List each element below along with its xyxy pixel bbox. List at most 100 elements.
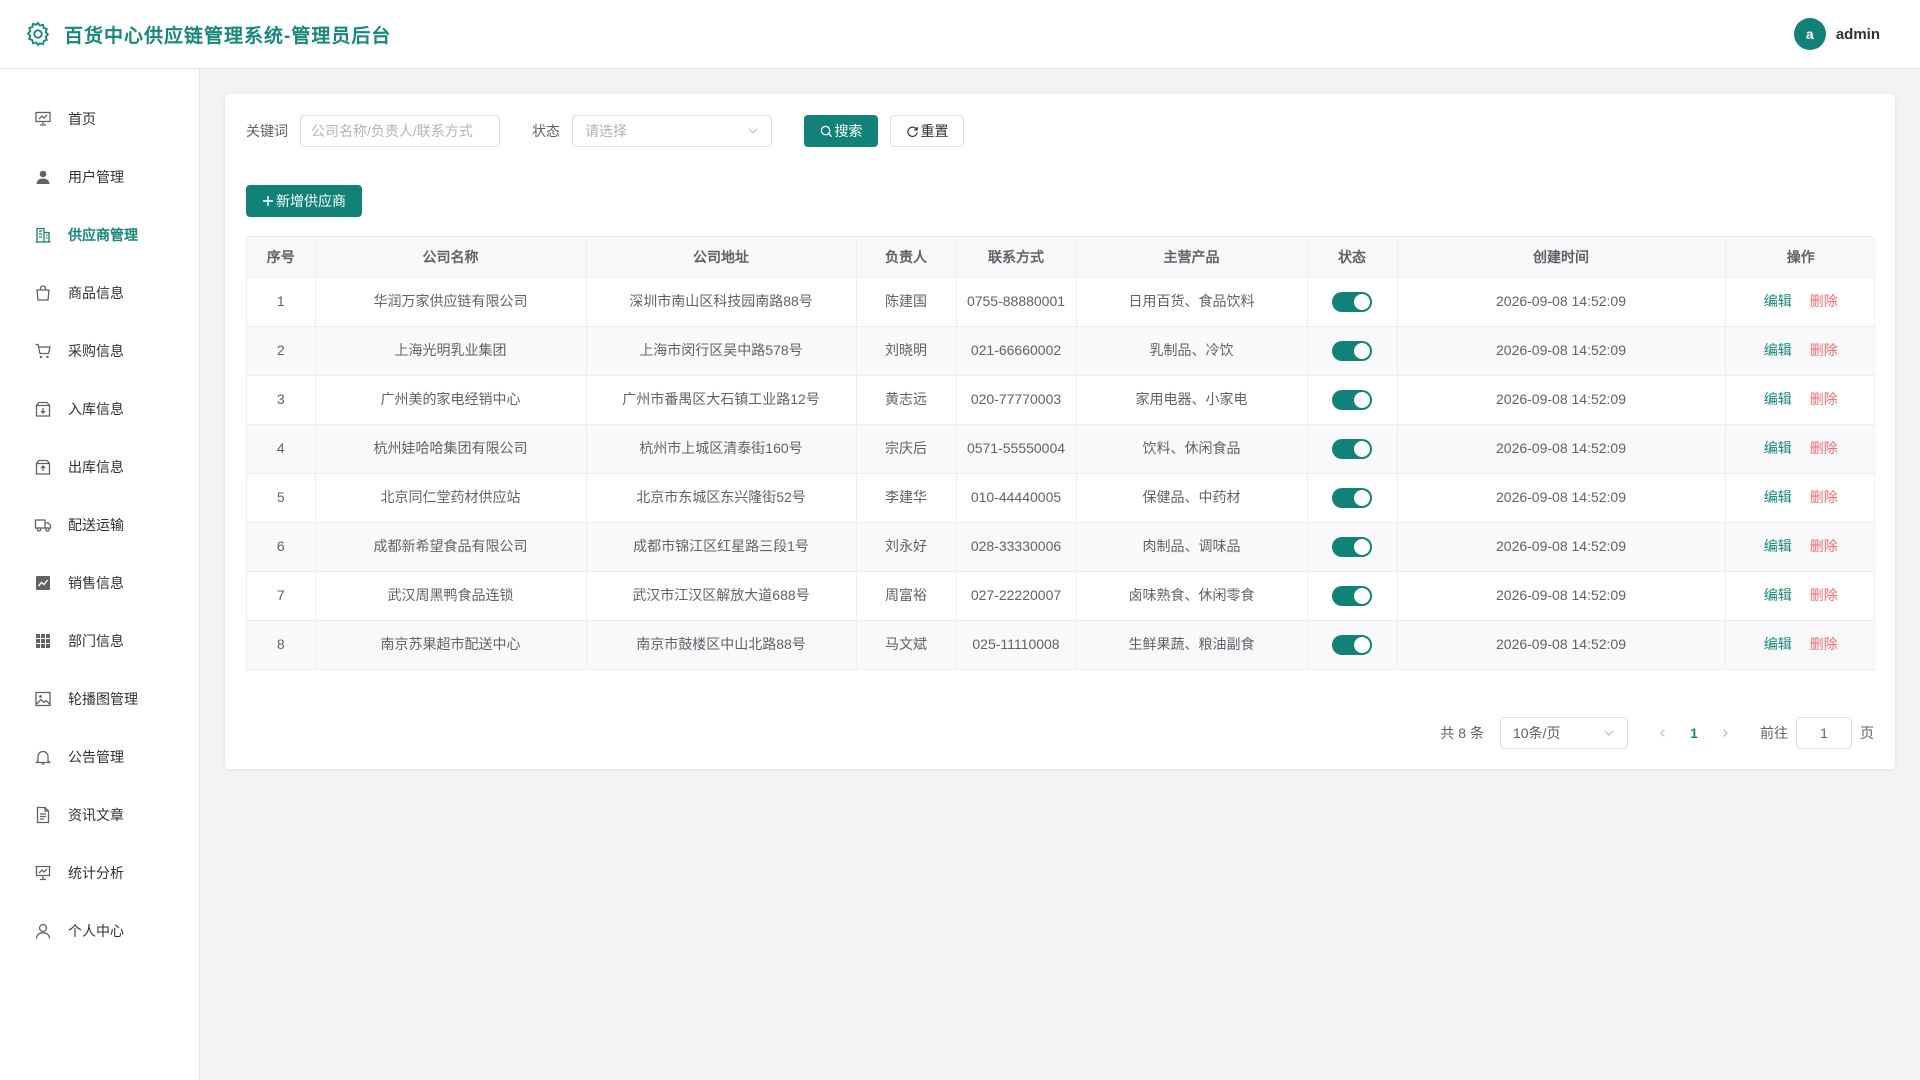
- status-switch[interactable]: [1332, 537, 1372, 558]
- goto-page-input[interactable]: [1796, 717, 1852, 749]
- sidebar-item-label: 采购信息: [68, 343, 124, 359]
- column-header: 序号: [247, 237, 316, 278]
- status-switch[interactable]: [1332, 390, 1372, 411]
- switch-knob: [1354, 441, 1370, 458]
- table-row: 1 华润万家供应链有限公司 深圳市南山区科技园南路88号 陈建国 0755-888800…: [247, 277, 1876, 327]
- document-icon: [34, 806, 52, 824]
- sidebar-item[interactable]: 公告管理: [0, 728, 199, 786]
- add-supplier-button[interactable]: 新增供应商: [246, 185, 362, 217]
- table-body: 1 华润万家供应链有限公司 深圳市南山区科技园南路88号 陈建国 0755-888800…: [247, 277, 1876, 670]
- delete-button[interactable]: 删除: [1810, 489, 1838, 505]
- sidebar-item[interactable]: 部门信息: [0, 612, 199, 670]
- cell-status: [1307, 473, 1398, 523]
- brand: 百货中心供应链管理系统-管理员后台: [24, 20, 391, 48]
- sidebar-item[interactable]: 个人中心: [0, 902, 199, 960]
- shopping-bag-icon: [34, 284, 52, 302]
- cell-manager: 黄志远: [856, 375, 957, 425]
- reset-button[interactable]: 重置: [890, 115, 964, 147]
- page-size-select[interactable]: 10条/页: [1500, 717, 1628, 749]
- keyword-input[interactable]: [300, 115, 500, 147]
- user-icon: [34, 168, 52, 186]
- delete-button[interactable]: 删除: [1810, 538, 1838, 554]
- pagination: 共 8 条 10条/页 1 前往 页: [1440, 717, 1874, 749]
- cell-address: 广州市番禺区大石镇工业路12号: [586, 375, 857, 425]
- cell-products: 日用百货、食品饮料: [1076, 277, 1308, 327]
- table-row: 3 广州美的家电经销中心 广州市番禺区大石镇工业路12号 黄志远 020-7777000…: [247, 375, 1876, 425]
- cell-company: 上海光明乳业集团: [315, 326, 587, 376]
- sidebar-item[interactable]: 配送运输: [0, 496, 199, 554]
- sidebar-item[interactable]: 入库信息: [0, 380, 199, 438]
- cell-address: 上海市闵行区吴中路578号: [586, 326, 857, 376]
- switch-knob: [1354, 392, 1370, 409]
- user-menu[interactable]: a admin: [1793, 18, 1880, 50]
- status-switch[interactable]: [1332, 292, 1372, 313]
- sidebar-item-label: 首页: [68, 111, 96, 127]
- delete-button[interactable]: 删除: [1810, 636, 1838, 652]
- sidebar-item[interactable]: 采购信息: [0, 322, 199, 380]
- cell-created: 2026-09-08 14:52:09: [1397, 326, 1726, 376]
- table-row: 7 武汉周黑鸭食品连锁 武汉市江汉区解放大道688号 周富裕 027-22220007 卤…: [247, 571, 1876, 621]
- sidebar-item[interactable]: 供应商管理: [0, 206, 199, 264]
- cell-status: [1307, 522, 1398, 572]
- column-header: 联系方式: [956, 237, 1077, 278]
- edit-button[interactable]: 编辑: [1764, 636, 1792, 652]
- cell-company: 南京苏果超市配送中心: [315, 620, 587, 670]
- sidebar-menu: 首页用户管理供应商管理商品信息采购信息入库信息出库信息 配送运输销售信息部门信息轮…: [0, 69, 199, 960]
- sidebar-item-label: 销售信息: [68, 575, 124, 591]
- cell-phone: 025-11110008: [956, 620, 1077, 670]
- page-size-value: 10条/页: [1513, 725, 1561, 741]
- sidebar-item[interactable]: 用户管理: [0, 148, 199, 206]
- delete-button[interactable]: 删除: [1810, 440, 1838, 456]
- edit-button[interactable]: 编辑: [1764, 391, 1792, 407]
- edit-button[interactable]: 编辑: [1764, 587, 1792, 603]
- status-switch[interactable]: [1332, 439, 1372, 460]
- status-switch[interactable]: [1332, 341, 1372, 362]
- status-switch[interactable]: [1332, 635, 1372, 656]
- cell-phone: 0571-55550004: [956, 424, 1077, 474]
- table-row: 5 北京同仁堂药材供应站 北京市东城区东兴隆街52号 李建华 010-44440005 保…: [247, 473, 1876, 523]
- sidebar-item-label: 供应商管理: [68, 227, 138, 243]
- cell-status: [1307, 277, 1398, 327]
- edit-button[interactable]: 编辑: [1764, 293, 1792, 309]
- column-header: 创建时间: [1397, 237, 1726, 278]
- next-page-button[interactable]: [1712, 728, 1738, 738]
- switch-knob: [1354, 588, 1370, 605]
- delete-button[interactable]: 删除: [1810, 342, 1838, 358]
- sidebar-item[interactable]: 首页: [0, 90, 199, 148]
- cell-created: 2026-09-08 14:52:09: [1397, 620, 1726, 670]
- grid-icon: [34, 632, 52, 650]
- cell-actions: 编辑 删除: [1725, 375, 1876, 425]
- prev-page-button[interactable]: [1650, 728, 1676, 738]
- cell-company: 成都新希望食品有限公司: [315, 522, 587, 572]
- edit-button[interactable]: 编辑: [1764, 440, 1792, 456]
- avatar[interactable]: a: [1793, 18, 1826, 50]
- status-select[interactable]: 请选择: [572, 115, 772, 147]
- cell-products: 卤味熟食、休闲零食: [1076, 571, 1308, 621]
- sidebar-item[interactable]: 轮播图管理: [0, 670, 199, 728]
- status-switch[interactable]: [1332, 488, 1372, 509]
- username[interactable]: admin: [1836, 26, 1880, 43]
- supplier-panel: 关键词 状态 请选择 搜索 重置 新增供应商: [225, 94, 1895, 769]
- sidebar-item[interactable]: 销售信息: [0, 554, 199, 612]
- page-number[interactable]: 1: [1676, 725, 1712, 741]
- cell-actions: 编辑 删除: [1725, 326, 1876, 376]
- sidebar-item[interactable]: 资讯文章: [0, 786, 199, 844]
- status-switch[interactable]: [1332, 586, 1372, 607]
- table-row: 8 南京苏果超市配送中心 南京市鼓楼区中山北路88号 马文斌 025-11110008 生…: [247, 620, 1876, 670]
- sidebar-item[interactable]: 统计分析: [0, 844, 199, 902]
- edit-button[interactable]: 编辑: [1764, 489, 1792, 505]
- search-button[interactable]: 搜索: [804, 115, 878, 147]
- delete-button[interactable]: 删除: [1810, 391, 1838, 407]
- cell-products: 乳制品、冷饮: [1076, 326, 1308, 376]
- chevron-right-icon: [1723, 729, 1728, 737]
- sidebar-item[interactable]: 出库信息: [0, 438, 199, 496]
- delete-button[interactable]: 删除: [1810, 293, 1838, 309]
- sidebar-item-label: 轮播图管理: [68, 691, 138, 707]
- goto-label: 前往: [1760, 725, 1788, 741]
- sidebar-item-label: 入库信息: [68, 401, 124, 417]
- edit-button[interactable]: 编辑: [1764, 538, 1792, 554]
- sidebar-item[interactable]: 商品信息: [0, 264, 199, 322]
- delete-button[interactable]: 删除: [1810, 587, 1838, 603]
- edit-button[interactable]: 编辑: [1764, 342, 1792, 358]
- cell-actions: 编辑 删除: [1725, 522, 1876, 572]
